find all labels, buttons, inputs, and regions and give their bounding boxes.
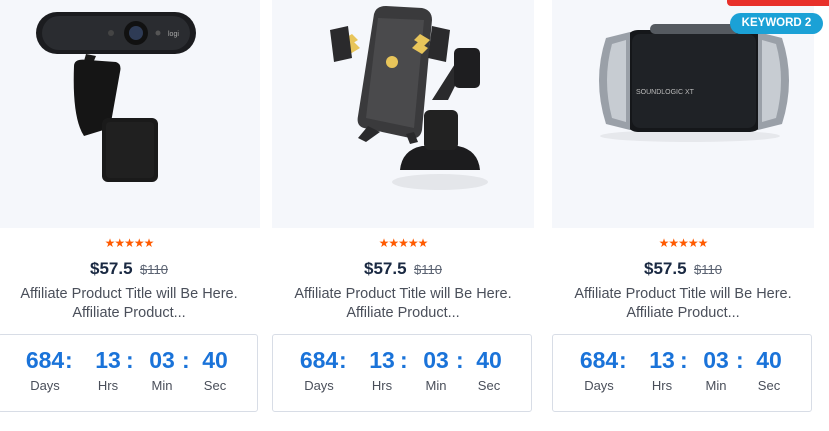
webcam-image: logi — [36, 12, 196, 182]
price-row: $57.5 $110 — [272, 258, 534, 281]
minutes-label: Min — [705, 378, 727, 393]
countdown-days: 684 Days — [20, 345, 70, 397]
product-card[interactable]: ★★★★★ $57.5 $110 Affiliate Product Title… — [272, 0, 534, 431]
minutes-label: Min — [425, 378, 447, 393]
days-value: 684 — [25, 347, 65, 373]
price: $57.5 — [90, 259, 133, 278]
countdown-seconds: 40 Sec — [744, 345, 794, 397]
minutes-value: 03 — [703, 347, 729, 373]
star-rating: ★★★★★ — [378, 236, 429, 250]
days-value: 684 — [299, 347, 339, 373]
hours-label: Hrs — [651, 378, 673, 393]
product-image[interactable] — [272, 0, 534, 228]
colon-separator: : — [619, 347, 627, 373]
product-card[interactable]: SOUNDLOGIC XT ★★★★★ $57.5 $110 Affiliate… — [552, 0, 814, 431]
old-price: $110 — [694, 262, 722, 277]
days-value: 684 — [579, 347, 619, 373]
countdown-days: 684 Days — [294, 345, 344, 397]
colon-separator: : — [736, 347, 744, 373]
product-title[interactable]: Affiliate Product Title will Be Here. Af… — [286, 285, 520, 323]
countdown-minutes: 03 Min — [411, 345, 461, 397]
product-image[interactable]: logi — [0, 0, 260, 228]
seconds-value: 40 — [202, 347, 228, 373]
product-title[interactable]: Affiliate Product Title will Be Here. Af… — [566, 285, 800, 323]
colon-separator: : — [400, 347, 408, 373]
seconds-label: Sec — [477, 378, 501, 393]
countdown-seconds: 40 Sec — [190, 345, 240, 397]
days-label: Days — [584, 378, 614, 393]
countdown-minutes: 03 Min — [691, 345, 741, 397]
svg-text:logi: logi — [168, 31, 179, 38]
days-label: Days — [304, 378, 334, 393]
colon-separator: : — [65, 347, 73, 373]
colon-separator: : — [182, 347, 190, 373]
phone-mount-image — [330, 6, 488, 190]
price: $57.5 — [364, 259, 407, 278]
speaker-image: SOUNDLOGIC XT — [599, 24, 789, 142]
countdown-days: 684 Days — [574, 345, 624, 397]
price-row: $57.5 $110 — [0, 258, 260, 281]
price-row: $57.5 $110 — [552, 258, 814, 281]
star-rating: ★★★★★ — [658, 236, 709, 250]
hours-label: Hrs — [371, 378, 393, 393]
countdown-seconds: 40 Sec — [464, 345, 514, 397]
colon-separator: : — [339, 347, 347, 373]
seconds-label: Sec — [203, 378, 227, 393]
product-card[interactable]: logi ★★★★★ $57.5 $110 Affiliate Product … — [0, 0, 260, 431]
old-price: $110 — [140, 262, 168, 277]
minutes-value: 03 — [149, 347, 175, 373]
seconds-value: 40 — [476, 347, 502, 373]
product-image[interactable]: SOUNDLOGIC XT — [552, 0, 814, 228]
countdown-timer: 684 Days : 13 Hrs : 03 Min : 40 Sec — [552, 334, 812, 412]
seconds-label: Sec — [757, 378, 781, 393]
colon-separator: : — [456, 347, 464, 373]
keyword-badge: KEYWORD 2 — [730, 13, 823, 34]
star-rating: ★★★★★ — [104, 236, 155, 250]
svg-text:SOUNDLOGIC XT: SOUNDLOGIC XT — [636, 89, 695, 96]
countdown-minutes: 03 Min — [137, 345, 187, 397]
hours-label: Hrs — [97, 378, 119, 393]
colon-separator: : — [126, 347, 134, 373]
colon-separator: : — [680, 347, 688, 373]
minutes-value: 03 — [423, 347, 449, 373]
old-price: $110 — [414, 262, 442, 277]
days-label: Days — [30, 378, 60, 393]
sale-badge — [727, 0, 829, 6]
price: $57.5 — [644, 259, 687, 278]
countdown-timer: 684 Days : 13 Hrs : 03 Min : 40 Sec — [272, 334, 532, 412]
minutes-label: Min — [151, 378, 173, 393]
product-title[interactable]: Affiliate Product Title will Be Here. Af… — [12, 285, 246, 323]
countdown-timer: 684 Days : 13 Hrs : 03 Min : 40 Sec — [0, 334, 258, 412]
seconds-value: 40 — [756, 347, 782, 373]
